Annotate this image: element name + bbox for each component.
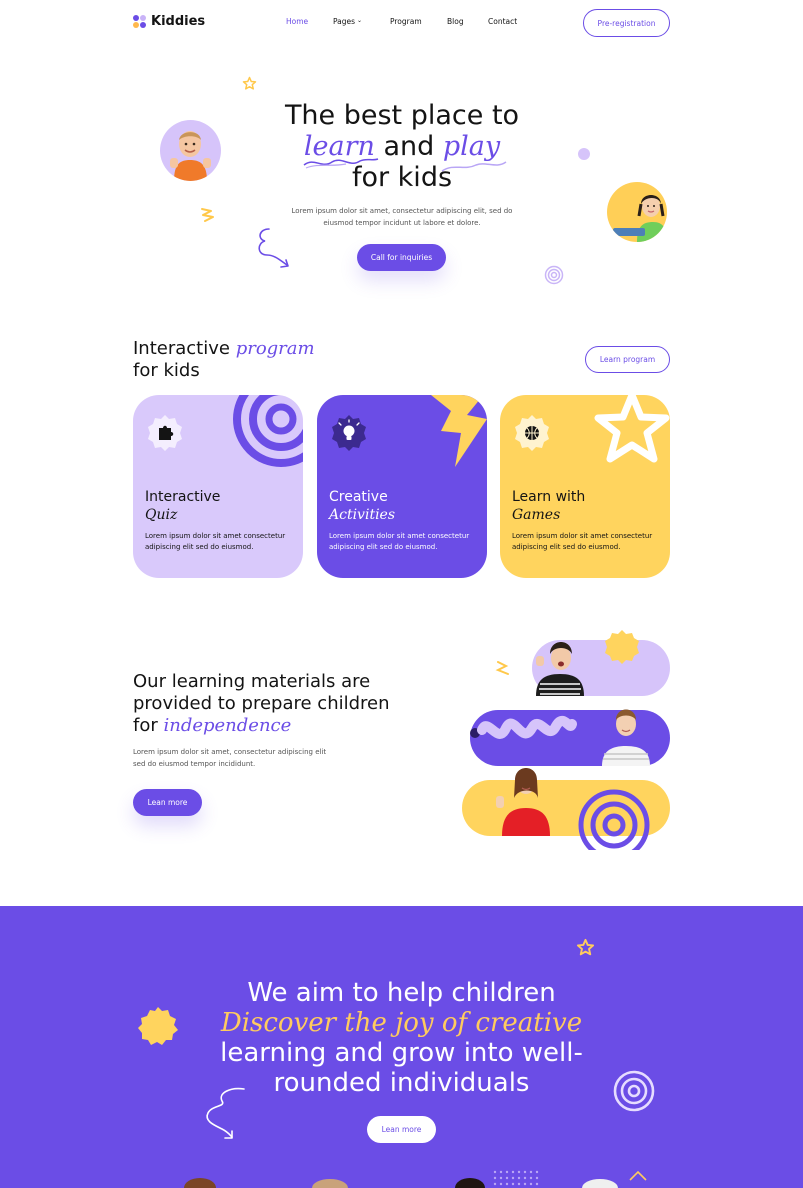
curly-arrow-icon — [206, 1087, 245, 1139]
brand-name: Kiddies — [151, 14, 206, 29]
squiggle-underline-icon — [303, 158, 379, 169]
nav-item-blog[interactable]: Blog — [447, 17, 488, 26]
program-card-games[interactable]: Learn with Games Lorem ipsum dolor sit a… — [500, 395, 670, 578]
zigzag-icon — [201, 208, 214, 222]
card-title-italic: Activities — [329, 507, 396, 523]
nav-item-pages[interactable]: Pages — [333, 17, 357, 26]
card-title: Learn with — [512, 489, 586, 505]
sun-badge-icon — [138, 1007, 178, 1045]
call-for-inquiries-button[interactable]: Call for inquiries — [357, 244, 446, 271]
programs-title-highlight: program — [235, 338, 315, 359]
hero-title-line3: for kids — [351, 162, 453, 193]
mission-title: We aim to help children Discover the joy… — [180, 978, 623, 1098]
lightbulb-icon — [332, 415, 366, 451]
materials-illustration — [460, 628, 675, 861]
brand-logo[interactable]: Kiddies — [133, 14, 205, 29]
programs-title-prefix: Interactive — [133, 338, 236, 359]
card-title: Creative — [329, 489, 388, 505]
puzzle-icon — [148, 415, 182, 451]
hero-title-line1: The best place to — [284, 100, 520, 131]
target-icon — [544, 265, 564, 285]
boy-photo — [160, 120, 221, 181]
materials-subtitle: Lorem ipsum dolor sit amet, consectetur … — [133, 748, 327, 768]
nav-item-contact[interactable]: Contact — [488, 17, 517, 26]
hero-word-play: play — [442, 131, 501, 162]
card-description: Lorem ipsum dolor sit amet consectetur a… — [145, 532, 286, 551]
learn-program-button[interactable]: Learn program — [585, 346, 670, 373]
logo-icon — [133, 14, 147, 29]
program-card-activities[interactable]: Creative Activities Lorem ipsum dolor si… — [317, 395, 487, 578]
lean-more-button[interactable]: Lean more — [133, 789, 202, 816]
lean-more-button-mission[interactable]: Lean more — [367, 1116, 436, 1143]
hero-title: The best place to learn and play for kid… — [250, 100, 554, 193]
chevron-down-icon[interactable]: ⌄ — [357, 17, 390, 26]
lightning-decor-icon — [431, 395, 487, 467]
girl-photo — [607, 182, 667, 242]
target-decor-icon — [233, 395, 303, 467]
main-nav: Home Pages ⌄ Program Blog Contact — [286, 17, 517, 26]
mission-line3: learning and grow into well- — [220, 1038, 583, 1068]
hero-word-and: and — [374, 131, 443, 162]
star-decor-icon — [594, 395, 670, 463]
card-title-italic: Games — [512, 507, 561, 523]
materials-title-highlight: independence — [163, 715, 292, 736]
materials-title-prefix: for — [133, 715, 164, 736]
materials-title: Our learning materials are provided to p… — [133, 671, 403, 737]
card-title-italic: Quiz — [145, 507, 178, 523]
card-title: Interactive — [145, 489, 221, 505]
card-description: Lorem ipsum dolor sit amet consectetur a… — [329, 532, 470, 551]
pre-registration-button[interactable]: Pre-registration — [583, 9, 670, 37]
hero-subtitle: Lorem ipsum dolor sit amet, consectetur … — [291, 207, 513, 227]
nav-item-home[interactable]: Home — [286, 17, 333, 26]
programs-title-line2: for kids — [133, 360, 200, 381]
mission-line1: We aim to help children — [247, 978, 556, 1008]
target-icon — [613, 1070, 655, 1112]
materials-title-line1: Our learning materials are — [133, 671, 371, 692]
bottom-kids-peek — [184, 1170, 647, 1188]
star-icon — [576, 938, 595, 956]
star-icon — [242, 76, 257, 90]
mission-line2: Discover the joy of creative — [220, 1008, 583, 1038]
curly-arrow-icon — [258, 228, 289, 268]
basketball-icon — [515, 415, 549, 451]
programs-title: Interactive program for kids — [133, 338, 315, 382]
card-description: Lorem ipsum dolor sit amet consectetur a… — [512, 532, 653, 551]
squiggle-underline-icon — [441, 161, 507, 172]
materials-title-line2: provided to prepare children — [133, 693, 390, 714]
program-card-quiz[interactable]: Interactive Quiz Lorem ipsum dolor sit a… — [133, 395, 303, 578]
decor-dot — [578, 148, 590, 160]
nav-item-program[interactable]: Program — [390, 17, 447, 26]
